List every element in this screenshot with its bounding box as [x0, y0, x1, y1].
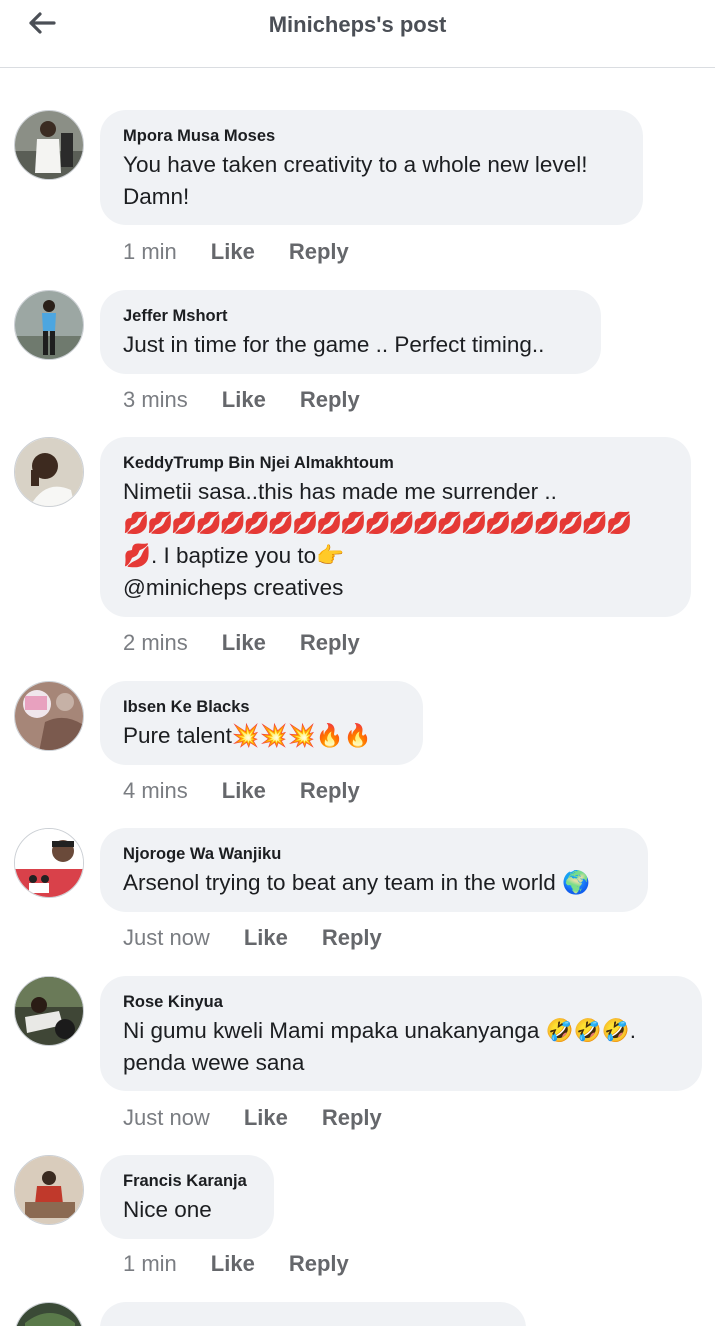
comment-author[interactable]: Mpora Musa Moses	[123, 126, 619, 146]
comment-time[interactable]: 1 min	[123, 239, 177, 265]
comment-author[interactable]: Francis Karanja	[123, 1171, 250, 1191]
comment-time[interactable]: 4 mins	[123, 778, 188, 804]
top-bar: Minicheps's post	[0, 0, 715, 68]
comment-author[interactable]: Jeffer Mshort	[123, 306, 577, 326]
comment-text: 💋. I baptize you to👉	[123, 543, 345, 568]
comment-meta: 4 mins Like Reply	[123, 778, 360, 804]
comment-text: Arsenol trying to beat any team in the w…	[123, 870, 590, 895]
page-title: Minicheps's post	[268, 12, 447, 37]
avatar[interactable]	[14, 110, 84, 180]
avatar[interactable]	[14, 681, 84, 751]
comment-text: Pure talent💥💥💥🔥🔥	[123, 723, 372, 748]
comment-text: Ni gumu kweli Mami mpaka unakanyanga 🤣🤣🤣…	[123, 1018, 636, 1043]
comment-time[interactable]: 3 mins	[123, 387, 188, 413]
like-button[interactable]: Like	[222, 387, 266, 413]
comment-author[interactable]: KeddyTrump Bin Njei Almakhtoum	[123, 453, 667, 473]
reply-button[interactable]: Reply	[322, 925, 382, 951]
comment-meta: 1 min Like Reply	[123, 239, 349, 265]
reply-button[interactable]: Reply	[300, 387, 360, 413]
comment-text: Nice one	[123, 1197, 212, 1222]
comment-bubble[interactable]: Rose Kinyua Ni gumu kweli Mami mpaka una…	[100, 976, 702, 1091]
avatar[interactable]	[14, 437, 84, 507]
avatar[interactable]	[14, 976, 84, 1046]
like-button[interactable]: Like	[211, 1251, 255, 1277]
reply-button[interactable]: Reply	[289, 1251, 349, 1277]
comment-text: Just in time for the game .. Perfect tim…	[123, 332, 545, 357]
comment-meta: Just now Like Reply	[123, 925, 382, 951]
comment-time[interactable]: Just now	[123, 1105, 210, 1131]
comment-meta: Just now Like Reply	[123, 1105, 382, 1131]
comment-text: penda wewe sana	[123, 1050, 305, 1075]
avatar[interactable]	[14, 1302, 84, 1326]
like-button[interactable]: Like	[244, 925, 288, 951]
reply-button[interactable]: Reply	[300, 630, 360, 656]
like-button[interactable]: Like	[222, 778, 266, 804]
comment-author[interactable]: Ibsen Ke Blacks	[123, 697, 399, 717]
comment-meta: 2 mins Like Reply	[123, 630, 360, 656]
comment-time[interactable]: 1 min	[123, 1251, 177, 1277]
comment-meta: 1 min Like Reply	[123, 1251, 349, 1277]
avatar[interactable]	[14, 1155, 84, 1225]
comment-time[interactable]: 2 mins	[123, 630, 188, 656]
comments-list[interactable]: Mpora Musa Moses You have taken creativi…	[0, 69, 715, 1326]
reply-button[interactable]: Reply	[289, 239, 349, 265]
like-button[interactable]: Like	[244, 1105, 288, 1131]
comment-bubble[interactable]: Francis Karanja Nice one	[100, 1155, 274, 1239]
avatar[interactable]	[14, 828, 84, 898]
comment-author[interactable]: Njoroge Wa Wanjiku	[123, 844, 624, 864]
avatar[interactable]	[14, 290, 84, 360]
comment-text: Nimetii sasa..this has made me surrender…	[123, 479, 557, 504]
reply-button[interactable]: Reply	[322, 1105, 382, 1131]
comment-mention[interactable]: @minicheps creatives	[123, 572, 667, 604]
comment-meta: 3 mins Like Reply	[123, 387, 360, 413]
comment-bubble[interactable]: KeddyTrump Bin Njei Almakhtoum Nimetii s…	[100, 437, 691, 617]
comment-bubble[interactable]	[100, 1302, 526, 1326]
comment-bubble[interactable]: Ibsen Ke Blacks Pure talent💥💥💥🔥🔥	[100, 681, 423, 765]
comment-author[interactable]: Rose Kinyua	[123, 992, 678, 1012]
comment-time[interactable]: Just now	[123, 925, 210, 951]
comment-emoji-line: 💋💋💋💋💋💋💋💋💋💋💋💋💋💋💋💋💋💋💋💋💋	[123, 512, 632, 535]
like-button[interactable]: Like	[222, 630, 266, 656]
comment-bubble[interactable]: Njoroge Wa Wanjiku Arsenol trying to bea…	[100, 828, 648, 912]
comment-text: You have taken creativity to a whole new…	[123, 152, 588, 177]
comment-bubble[interactable]: Jeffer Mshort Just in time for the game …	[100, 290, 601, 374]
comment-text: Damn!	[123, 184, 190, 209]
reply-button[interactable]: Reply	[300, 778, 360, 804]
comment-bubble[interactable]: Mpora Musa Moses You have taken creativi…	[100, 110, 643, 225]
like-button[interactable]: Like	[211, 239, 255, 265]
